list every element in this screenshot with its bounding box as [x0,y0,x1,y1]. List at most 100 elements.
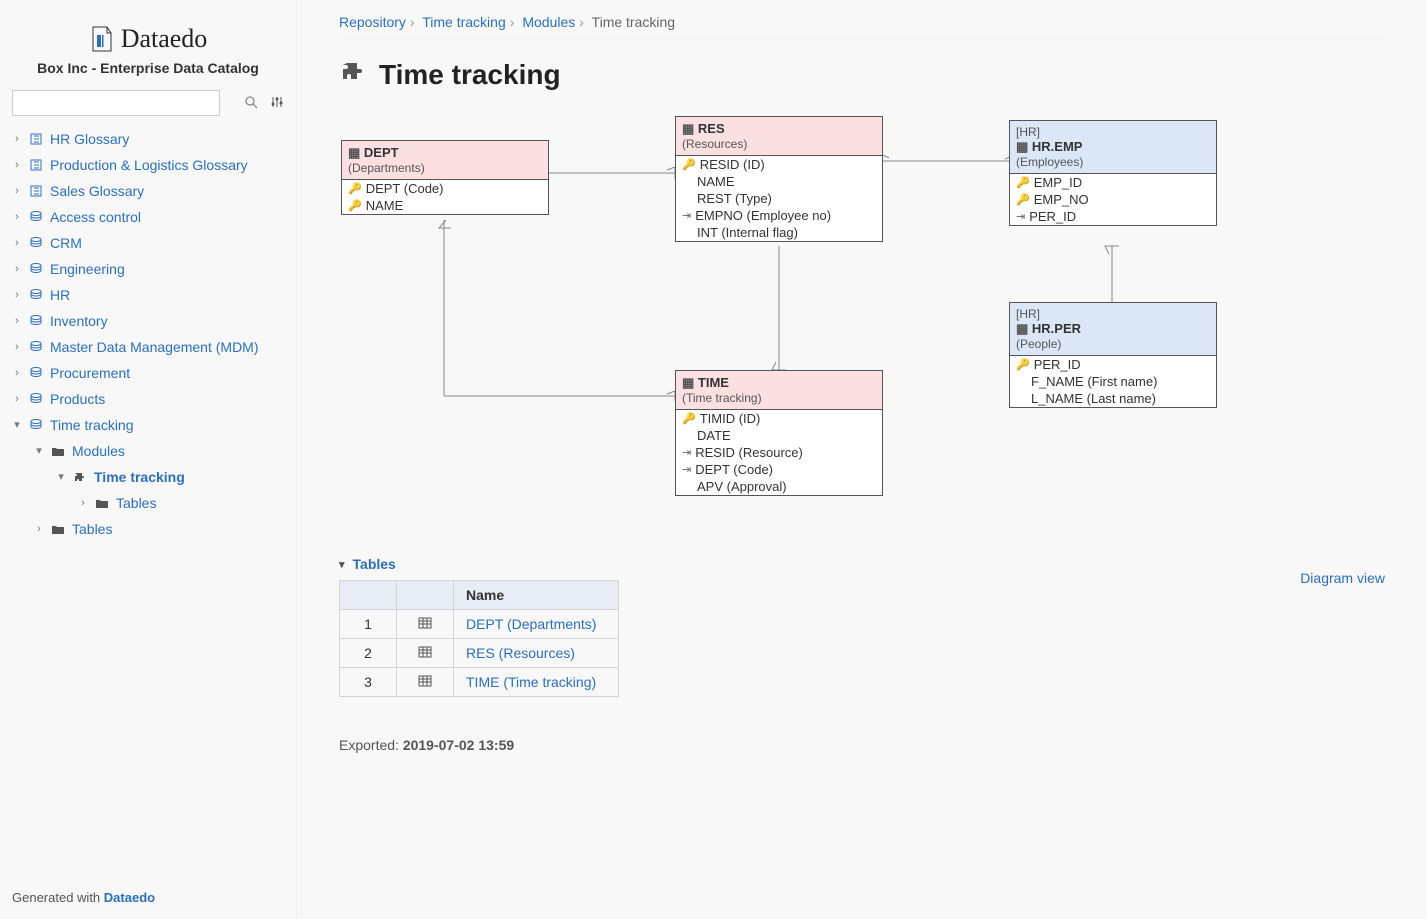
nav-item[interactable]: ›Master Data Management (MDM) [12,334,284,360]
table-link[interactable]: DEPT (Departments) [466,616,596,632]
filter-icon[interactable] [270,95,284,112]
page-title: Time tracking [379,59,561,91]
expand-icon: › [12,258,22,280]
expand-icon: › [12,284,22,306]
diagram-view-link[interactable]: Diagram view [1300,570,1385,586]
main-content: Repository› Time tracking› Modules› Time… [297,0,1427,919]
expand-icon: › [12,388,22,410]
footer-brand-link[interactable]: Dataedo [104,890,155,905]
table-icon: ▦ [682,375,694,390]
expand-icon: › [12,180,22,202]
catalog-subtitle: Box Inc - Enterprise Data Catalog [12,60,284,76]
database-icon [28,236,44,250]
table-row: 3TIME (Time tracking) [340,668,619,697]
entity-time[interactable]: ▦ TIME(Time tracking)🔑TIMID (ID)DATE⇥RES… [675,370,883,496]
brand-icon [89,25,113,53]
key-icon: 🔑 [1016,193,1030,206]
key-icon: 🔑 [348,199,362,212]
nav-item[interactable]: ›Procurement [12,360,284,386]
fk-icon: ⇥ [1016,210,1025,223]
brand-text: Dataedo [121,24,208,54]
book-icon [28,132,44,146]
nav-module-time-tracking[interactable]: ▾Time tracking [56,464,284,490]
table-icon: ▦ [348,145,360,160]
expand-icon: › [12,154,22,176]
database-icon [28,340,44,354]
database-icon [28,314,44,328]
database-icon [28,418,44,432]
expand-icon: › [12,362,22,384]
crumb-time-tracking[interactable]: Time tracking [422,14,506,30]
puzzle-icon [72,470,88,484]
folder-icon [94,497,110,509]
database-icon [28,210,44,224]
folder-icon [50,523,66,535]
nav-item[interactable]: ›Production & Logistics Glossary [12,152,284,178]
col-icon [397,581,454,610]
search-input[interactable] [12,90,220,116]
table-row: 2RES (Resources) [340,639,619,668]
crumb-repository[interactable]: Repository [339,14,406,30]
book-icon [28,158,44,172]
key-icon: 🔑 [682,158,696,171]
exported-line: Exported: 2019-07-02 13:59 [339,737,1385,753]
nav-item[interactable]: ›CRM [12,230,284,256]
footer-prefix: Generated with [12,890,104,905]
key-icon: 🔑 [682,412,696,425]
nav-item[interactable]: ›HR Glossary [12,126,284,152]
table-link[interactable]: TIME (Time tracking) [466,674,596,690]
database-icon [28,366,44,380]
chevron-down-icon: ▾ [339,558,345,571]
er-diagram[interactable]: ▦ DEPT(Departments)🔑DEPT (Code)🔑NAME ▦ RE… [339,116,1359,546]
table-row: 1DEPT (Departments) [340,610,619,639]
database-icon [28,392,44,406]
expand-icon: › [12,206,22,228]
search-icon[interactable] [244,95,258,112]
expand-icon: ▾ [12,414,22,436]
nav-item[interactable]: ›HR [12,282,284,308]
expand-icon: › [12,336,22,358]
table-icon: ▦ [1016,321,1028,336]
nav-module-tables[interactable]: ›Tables [78,490,284,516]
entity-res[interactable]: ▦ RES(Resources)🔑RESID (ID)NAMEREST (Typ… [675,116,883,242]
tables-section-toggle[interactable]: ▾ Tables [339,556,1385,572]
fk-icon: ⇥ [682,446,691,459]
database-icon [28,262,44,276]
tables-list: Name 1DEPT (Departments)2RES (Resources)… [339,580,619,697]
table-icon [397,610,454,639]
col-index [340,581,397,610]
key-icon: 🔑 [1016,358,1030,371]
entity-emp[interactable]: [HR]▦ HR.EMP(Employees)🔑EMP_ID🔑EMP_NO⇥PE… [1009,120,1217,226]
nav-item[interactable]: ›Sales Glossary [12,178,284,204]
brand-logo: Dataedo [12,24,284,54]
nav-item[interactable]: ›Inventory [12,308,284,334]
nav-item[interactable]: ›Products [12,386,284,412]
nav-tree: ›HR Glossary›Production & Logistics Glos… [12,126,284,542]
crumb-current: Time tracking [592,14,676,30]
crumb-modules[interactable]: Modules [522,14,575,30]
nav-item[interactable]: ▾Time tracking [12,412,284,438]
nav-tables[interactable]: ›Tables [34,516,284,542]
key-icon: 🔑 [1016,176,1030,189]
sidebar: Dataedo Box Inc - Enterprise Data Catalo… [0,0,297,919]
entity-per[interactable]: [HR]▦ HR.PER(People)🔑PER_IDF_NAME (First… [1009,302,1217,408]
key-icon: 🔑 [348,182,362,195]
nav-modules[interactable]: ▾Modules [34,438,284,464]
puzzle-icon [339,57,367,92]
nav-item[interactable]: ›Engineering [12,256,284,282]
book-icon [28,184,44,198]
entity-dept[interactable]: ▦ DEPT(Departments)🔑DEPT (Code)🔑NAME [341,140,549,215]
divider [339,38,1385,39]
table-link[interactable]: RES (Resources) [466,645,575,661]
tables-heading: Tables [353,556,396,572]
folder-icon [50,445,66,457]
table-icon [397,668,454,697]
col-name: Name [454,581,619,610]
table-icon: ▦ [682,121,694,136]
fk-icon: ⇥ [682,209,691,222]
database-icon [28,288,44,302]
fk-icon: ⇥ [682,463,691,476]
expand-icon: › [12,310,22,332]
nav-item[interactable]: ›Access control [12,204,284,230]
table-icon [397,639,454,668]
